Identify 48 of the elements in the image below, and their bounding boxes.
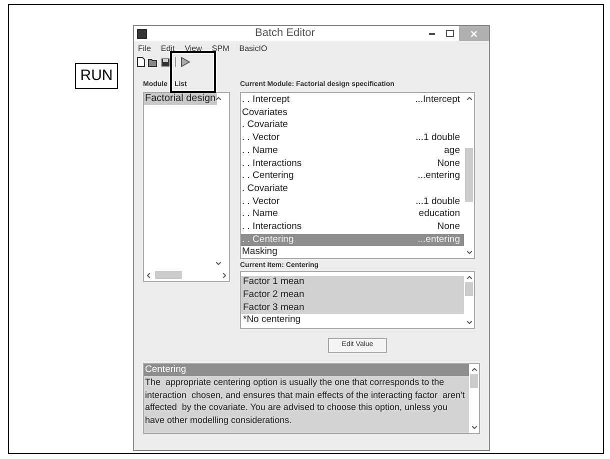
minimize-icon[interactable]	[429, 32, 435, 34]
app-icon	[137, 28, 147, 38]
module-tree-row[interactable]: Masking	[241, 246, 464, 260]
run-icon[interactable]	[181, 57, 190, 67]
scroll-down-icon[interactable]	[472, 426, 476, 429]
module-tree-row[interactable]: . Covariate	[241, 119, 464, 132]
module-tree-row[interactable]: . . Name age	[241, 144, 464, 158]
item-option[interactable]: Factor 1 mean	[241, 276, 464, 289]
window-title: Batch Editor	[254, 26, 316, 42]
save-icon[interactable]	[161, 58, 170, 66]
scrollbar-thumb[interactable]	[470, 374, 478, 388]
menu-item[interactable]: File	[138, 42, 151, 54]
open-folder-icon[interactable]	[148, 58, 158, 66]
scroll-down-icon[interactable]	[466, 251, 472, 254]
scrollbar-thumb[interactable]	[465, 148, 473, 202]
new-file-icon[interactable]	[137, 57, 145, 67]
callout-label: RUN	[75, 63, 118, 89]
scroll-left-icon[interactable]	[147, 272, 150, 278]
scroll-right-icon[interactable]	[223, 272, 226, 278]
module-tree-row[interactable]: . . Name education	[241, 208, 464, 222]
module-tree-row[interactable]: Covariates	[241, 106, 464, 120]
help-title: Centering	[144, 364, 469, 376]
module-tree-row[interactable]: . . Interactions None	[241, 158, 464, 170]
item-option[interactable]: Factor 3 mean	[241, 302, 464, 314]
highlight-frame	[170, 51, 216, 93]
module-tree-row[interactable]: . . Centering ...entering	[241, 170, 464, 183]
module-list-item[interactable]: Factorial design	[144, 93, 217, 105]
module-tree-row[interactable]: . . Vector ...1 double	[241, 132, 464, 145]
scroll-up-icon[interactable]	[466, 276, 472, 279]
module-tree-row[interactable]: . . Interactions None	[241, 221, 464, 234]
item-option[interactable]: *No centering	[241, 314, 464, 327]
scroll-up-icon[interactable]	[466, 97, 472, 100]
module-tree-row[interactable]: . Covariate	[241, 182, 464, 196]
help-text: The appropriate centering option is usually the one that corresponds to the interaction chosen, and ensures that main effects of the interacting factor aren't affected by the covariate. You are advised to choose this option, unless you have other modelling considerations.	[144, 376, 466, 426]
scrollbar-thumb[interactable]	[465, 282, 473, 296]
item-option[interactable]: Factor 2 mean	[241, 288, 464, 302]
menu-item[interactable]: Edit	[160, 42, 175, 54]
scroll-down-icon[interactable]	[216, 262, 221, 265]
menu-item[interactable]: BasicIO	[239, 42, 268, 54]
maximize-icon[interactable]	[446, 30, 454, 37]
scroll-up-icon[interactable]	[472, 368, 476, 371]
module-tree-row[interactable]: . . Intercept ...Intercept	[241, 94, 464, 107]
menu-item[interactable]: View	[184, 42, 202, 54]
menu-item[interactable]: SPM	[212, 42, 230, 54]
scroll-up-icon[interactable]	[216, 97, 221, 100]
scrollbar-thumb[interactable]	[155, 271, 182, 279]
module-tree-row[interactable]: . . Vector ...1 double	[241, 196, 464, 208]
scroll-down-icon[interactable]	[466, 321, 472, 324]
